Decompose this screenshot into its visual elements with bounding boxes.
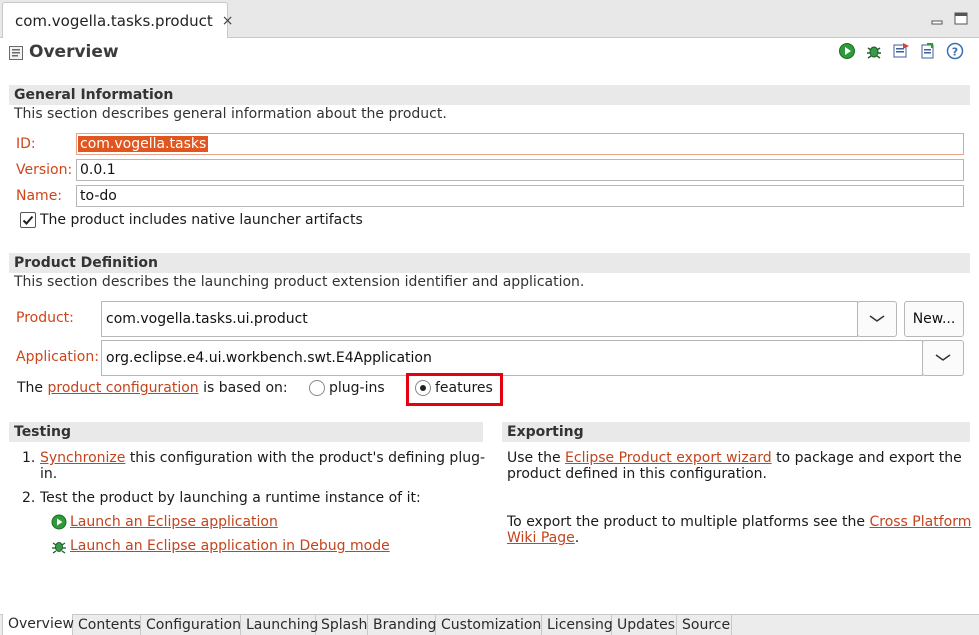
- editor-tab-product[interactable]: com.vogella.tasks.product ×: [2, 2, 234, 38]
- config-suffix: is based on:: [203, 380, 288, 396]
- new-product-button[interactable]: New...: [904, 301, 964, 337]
- form-header: Overview ?: [0, 38, 979, 68]
- run-icon: [51, 514, 67, 530]
- launch-debug-link-text[interactable]: Launch an Eclipse application in Debug m…: [70, 538, 390, 554]
- general-section-description: This section describes general informati…: [14, 106, 447, 122]
- id-label: ID:: [16, 136, 36, 152]
- tab-branding[interactable]: Branding: [368, 615, 436, 635]
- tab-splash[interactable]: Splash: [316, 615, 368, 635]
- plugins-radio-label: plug-ins: [329, 380, 385, 396]
- product-label: Product:: [16, 310, 74, 326]
- export-icon[interactable]: [892, 42, 910, 60]
- product-dropdown-button[interactable]: [857, 301, 897, 337]
- run-icon[interactable]: [838, 42, 856, 60]
- close-icon[interactable]: ×: [222, 13, 234, 29]
- config-based-on-text: The product configuration is based on:: [17, 380, 288, 396]
- product-configuration-link[interactable]: product configuration: [48, 380, 199, 396]
- export-p2-prefix: To export the product to multiple platfo…: [507, 514, 866, 530]
- exporting-section-title[interactable]: Exporting: [502, 422, 970, 442]
- editor-tab-bar: com.vogella.tasks.product ×: [0, 0, 979, 38]
- cross-platform-link[interactable]: Cross Platform: [869, 514, 971, 530]
- definition-section-description: This section describes the launching pro…: [14, 274, 585, 290]
- testing-step1-text: this configuration with the product's de…: [129, 450, 486, 466]
- tab-source[interactable]: Source: [677, 615, 732, 635]
- wiki-page-link[interactable]: Wiki Page: [507, 530, 575, 546]
- application-combo[interactable]: org.eclipse.e4.ui.workbench.swt.E4Applic…: [101, 340, 923, 376]
- minimize-icon[interactable]: [928, 11, 946, 27]
- svg-text:?: ?: [952, 46, 958, 59]
- export-p2-suffix: .: [574, 530, 580, 546]
- application-label: Application:: [16, 349, 99, 365]
- page-title: Overview: [29, 42, 119, 62]
- testing-section-title[interactable]: Testing: [9, 422, 483, 442]
- id-field[interactable]: com.vogella.tasks: [76, 133, 964, 155]
- maximize-icon[interactable]: [952, 11, 970, 27]
- export-p1-suffix: to package and export the: [776, 450, 962, 466]
- page-tab-bar: Overview Contents Configuration Launchin…: [0, 614, 979, 635]
- tab-updates[interactable]: Updates: [612, 615, 677, 635]
- name-label: Name:: [16, 188, 63, 204]
- launch-debug-link[interactable]: Launch an Eclipse application in Debug m…: [70, 538, 390, 554]
- help-icon[interactable]: ?: [946, 42, 964, 60]
- exporting-paragraph-2: To export the product to multiple platfo…: [507, 514, 971, 530]
- debug-icon[interactable]: [865, 42, 883, 60]
- chevron-down-icon: [935, 354, 951, 361]
- launcher-checkbox-label: The product includes native launcher art…: [40, 212, 363, 228]
- testing-step1-text-cont: in.: [40, 466, 58, 482]
- application-dropdown-button[interactable]: [922, 340, 964, 376]
- exporting-paragraph-1: Use the Eclipse Product export wizard to…: [507, 450, 962, 466]
- version-label: Version:: [16, 162, 73, 178]
- tab-overview[interactable]: Overview: [2, 614, 74, 635]
- launch-application-link[interactable]: Launch an Eclipse application: [70, 514, 278, 530]
- export-p1-prefix: Use the: [507, 450, 561, 466]
- editor-tab-title: com.vogella.tasks.product: [15, 11, 213, 30]
- plugins-radio[interactable]: [309, 380, 325, 396]
- tab-customization[interactable]: Customization: [436, 615, 542, 635]
- export-wizard-link[interactable]: Eclipse Product export wizard: [565, 450, 772, 466]
- product-icon: [9, 46, 23, 60]
- general-section-title[interactable]: General Information: [9, 85, 970, 105]
- testing-step1-number: 1.: [22, 450, 36, 466]
- features-highlight-box: [406, 373, 503, 406]
- config-prefix: The: [17, 380, 44, 396]
- testing-step2-number: 2.: [22, 490, 36, 506]
- sync-icon[interactable]: [919, 42, 937, 60]
- id-value: com.vogella.tasks: [78, 136, 209, 152]
- chevron-down-icon: [869, 315, 885, 322]
- testing-step2-text: Test the product by launching a runtime …: [40, 490, 421, 506]
- name-field[interactable]: to-do: [76, 185, 964, 207]
- version-field[interactable]: 0.0.1: [76, 159, 964, 181]
- product-combo[interactable]: com.vogella.tasks.ui.product: [101, 301, 858, 337]
- synchronize-link[interactable]: Synchronize: [40, 450, 125, 466]
- launch-application-link-text[interactable]: Launch an Eclipse application: [70, 514, 278, 530]
- definition-section-title[interactable]: Product Definition: [9, 253, 970, 273]
- tab-launching[interactable]: Launching: [241, 615, 318, 635]
- tab-configuration[interactable]: Configuration: [141, 615, 241, 635]
- checkmark-icon: [22, 215, 34, 225]
- debug-icon: [52, 542, 66, 554]
- exporting-paragraph-2-cont: Wiki Page.: [507, 530, 579, 546]
- tab-contents[interactable]: Contents: [73, 615, 141, 635]
- tab-licensing[interactable]: Licensing: [542, 615, 613, 635]
- launcher-checkbox[interactable]: [20, 212, 36, 228]
- testing-step1: Synchronize this configuration with the …: [40, 450, 485, 466]
- exporting-paragraph-1-cont: product defined in this configuration.: [507, 466, 767, 482]
